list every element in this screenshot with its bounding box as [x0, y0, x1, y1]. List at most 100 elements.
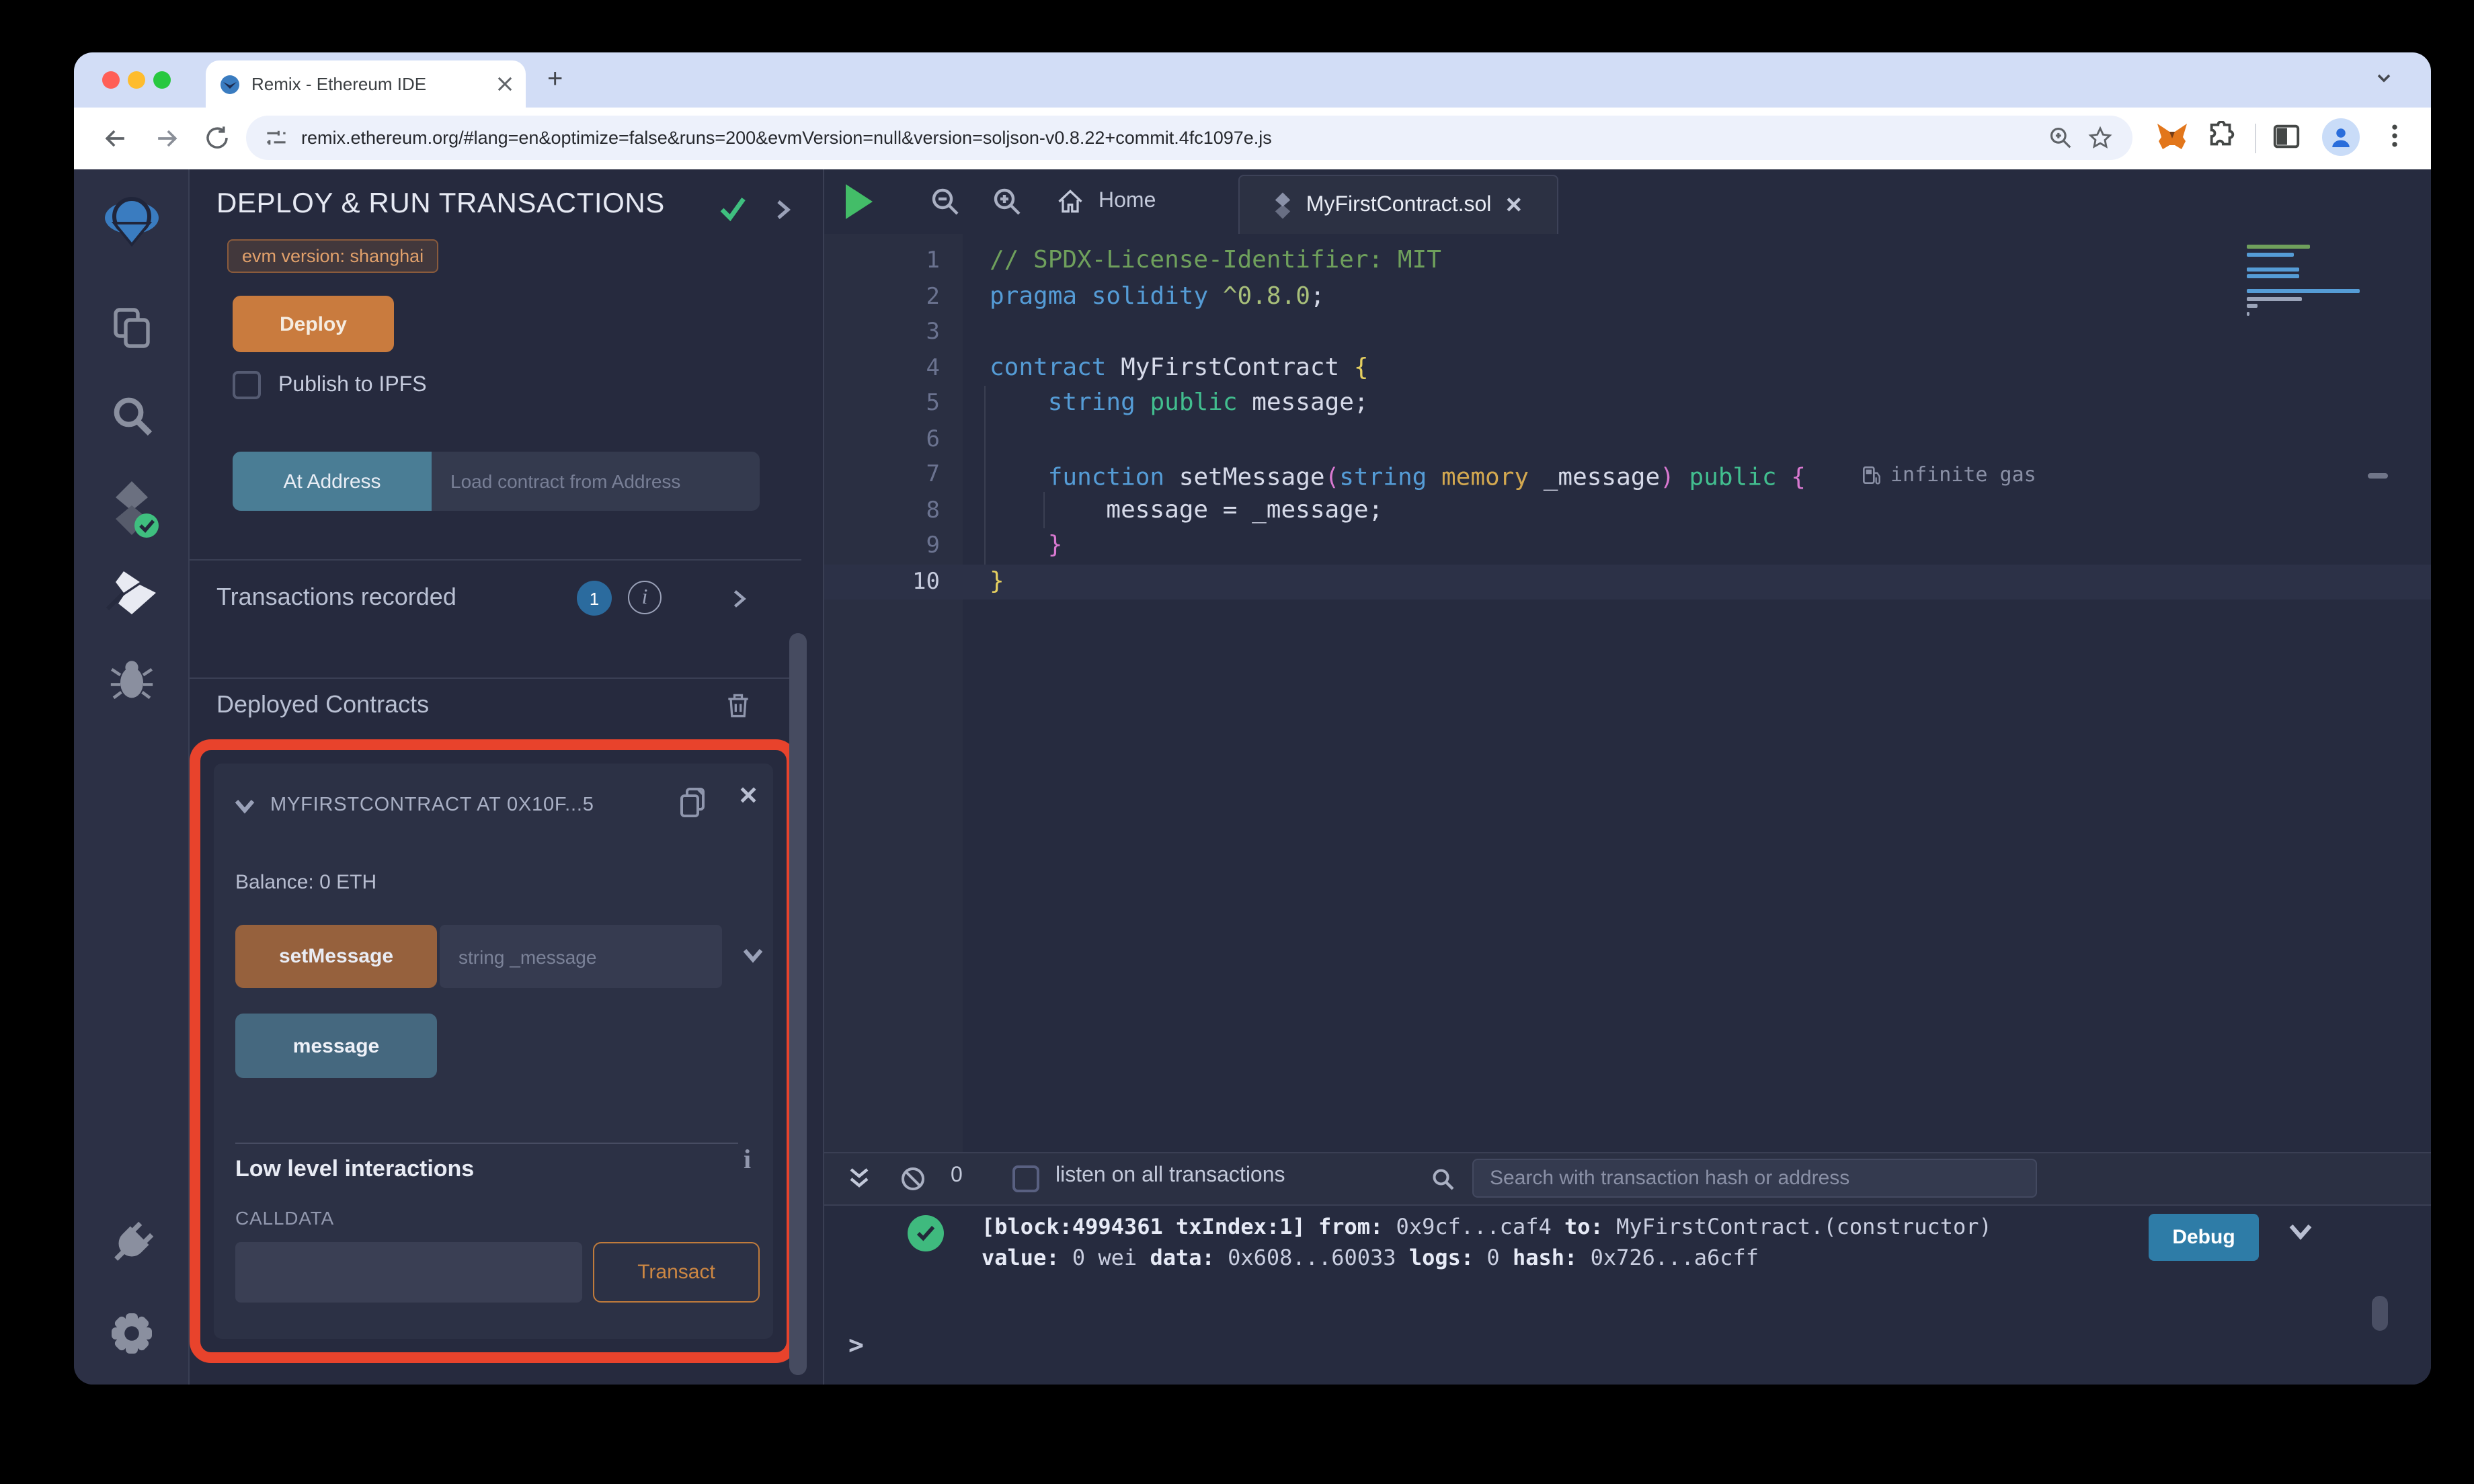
profile-avatar[interactable]	[2322, 118, 2360, 156]
transactions-recorded-row[interactable]: Transactions recorded 1 i	[216, 581, 796, 632]
minimap-line	[2247, 289, 2360, 293]
plugin-manager-icon[interactable]	[107, 1219, 155, 1268]
editor-minimap[interactable]	[2247, 245, 2360, 319]
tab-title: Remix - Ethereum IDE	[251, 74, 427, 94]
message-getter-button[interactable]: message	[235, 1014, 437, 1078]
publish-ipfs-checkbox[interactable]	[233, 371, 261, 399]
code-area[interactable]: 1// SPDX-License-Identifier: MIT 2 pragma …	[824, 243, 2431, 600]
search-icon[interactable]	[107, 391, 155, 440]
tx-success-check-icon	[908, 1215, 944, 1251]
browser-tab[interactable]: Remix - Ethereum IDE	[206, 60, 526, 108]
settings-gear-icon[interactable]	[107, 1309, 155, 1358]
terminal-prompt[interactable]: >	[848, 1331, 864, 1360]
indent-guide	[1043, 492, 1045, 528]
listen-all-label[interactable]: listen on all transactions	[1055, 1164, 1285, 1188]
tab-myfirstcontract[interactable]: MyFirstContract.sol ✕	[1238, 175, 1558, 234]
code-line: 4 contract MyFirstContract {	[824, 350, 2431, 386]
terminal-toggle-chevrons-icon[interactable]	[846, 1165, 873, 1192]
tutorial-highlight-box: MYFIRSTCONTRACT AT 0X10F...5 ✕ Balance: …	[190, 739, 797, 1363]
back-icon[interactable]	[101, 124, 130, 153]
new-tab-button[interactable]: +	[547, 65, 563, 95]
remove-contract-icon[interactable]: ✕	[738, 782, 758, 811]
site-info-icon[interactable]	[265, 126, 288, 149]
metamask-extension-icon[interactable]	[2155, 121, 2189, 153]
indent-guide	[984, 386, 986, 565]
contract-collapse-chevron-icon[interactable]	[233, 796, 257, 815]
pending-tx-count: 0	[951, 1164, 963, 1187]
browser-menu-icon[interactable]	[2381, 121, 2408, 151]
scrollbar-decoration[interactable]	[2368, 473, 2388, 479]
code-line: 3	[824, 315, 2431, 350]
minimap-line	[2247, 267, 2299, 271]
code-editor[interactable]: 1// SPDX-License-Identifier: MIT 2 pragma …	[824, 234, 2431, 1152]
divider	[190, 559, 801, 561]
toolbar-divider	[2255, 124, 2256, 153]
zoom-page-icon[interactable]	[2048, 125, 2073, 151]
deployed-contracts-header: Deployed Contracts	[216, 691, 796, 719]
window-minimize-button[interactable]	[128, 71, 145, 89]
contract-title[interactable]: MYFIRSTCONTRACT AT 0X10F...5	[270, 794, 663, 816]
code-line: 10}	[824, 564, 2431, 600]
deploy-run-icon[interactable]	[104, 569, 158, 617]
remix-logo-icon[interactable]	[102, 194, 161, 250]
code-line: 5 string public message;	[824, 386, 2431, 421]
url-text: remix.ethereum.org/#lang=en&optimize=fal…	[301, 128, 1272, 148]
terminal-search-input[interactable]	[1472, 1159, 2037, 1198]
at-address-button[interactable]: At Address	[233, 452, 432, 511]
deployed-contract-card: MYFIRSTCONTRACT AT 0X10F...5 ✕ Balance: …	[214, 764, 773, 1339]
zoom-in-icon[interactable]	[991, 186, 1023, 218]
file-explorer-icon[interactable]	[107, 304, 155, 352]
listen-all-checkbox[interactable]	[1012, 1165, 1039, 1192]
url-bar[interactable]: remix.ethereum.org/#lang=en&optimize=fal…	[246, 116, 2132, 160]
panel-scrollbar[interactable]	[789, 633, 807, 1375]
publish-ipfs-label: Publish to IPFS	[278, 373, 427, 396]
low-level-info-icon[interactable]: i	[744, 1145, 751, 1176]
set-message-button[interactable]: setMessage	[235, 925, 437, 988]
solidity-compiler-icon[interactable]	[104, 479, 158, 538]
tab-home[interactable]: Home	[1055, 169, 1156, 234]
line-number: 1	[926, 247, 941, 274]
transaction-log[interactable]: [block:4994361 txIndex:1] from: 0x9cf...…	[982, 1211, 2138, 1273]
copy-address-icon[interactable]	[676, 785, 709, 820]
tab-close-icon[interactable]	[497, 77, 512, 91]
reload-icon[interactable]	[203, 124, 231, 152]
debugger-bug-icon[interactable]	[107, 656, 155, 702]
calldata-input[interactable]	[235, 1242, 582, 1303]
terminal-toolbar: 0 listen on all transactions	[824, 1153, 2431, 1206]
minimap-line	[2247, 304, 2257, 308]
line-number: 2	[926, 283, 941, 310]
at-address-input[interactable]	[432, 452, 760, 511]
code-line: 8 message = _message;	[824, 493, 2431, 528]
publish-ipfs-row: Publish to IPFS	[233, 371, 427, 399]
window-maximize-button[interactable]	[153, 71, 171, 89]
sidebar-toggle-icon[interactable]	[2271, 121, 2302, 152]
set-message-expand-chevron-icon[interactable]	[741, 946, 765, 965]
clear-contracts-trash-icon[interactable]	[723, 691, 753, 720]
code-line: 9 }	[824, 528, 2431, 564]
desktop: Remix - Ethereum IDE + remix.ethereum.or…	[0, 0, 2474, 1484]
clear-console-ban-icon[interactable]	[900, 1165, 926, 1192]
line-number: 7	[926, 461, 941, 488]
bookmark-star-icon[interactable]	[2087, 124, 2114, 151]
tab-search-chevron-icon[interactable]	[2375, 69, 2393, 87]
run-script-play-icon[interactable]	[846, 184, 873, 219]
home-tab-label: Home	[1099, 190, 1156, 212]
remix-icon-panel	[74, 169, 190, 1385]
transaction-log-line: [block:4994361 txIndex:1] from: 0x9cf...…	[982, 1214, 1992, 1239]
transactions-expand-chevron-icon[interactable]	[730, 587, 748, 610]
transactions-recorded-label: Transactions recorded	[216, 583, 456, 610]
minimap-line	[2247, 296, 2301, 300]
transactions-info-icon[interactable]: i	[628, 581, 662, 614]
zoom-out-icon[interactable]	[929, 186, 961, 218]
close-tab-icon[interactable]: ✕	[1505, 192, 1523, 218]
terminal-scrollbar[interactable]	[2372, 1296, 2388, 1331]
forward-icon[interactable]	[152, 124, 182, 153]
set-message-input[interactable]	[440, 925, 722, 988]
transact-button[interactable]: Transact	[593, 1242, 760, 1303]
debug-button[interactable]: Debug	[2149, 1214, 2259, 1261]
extensions-puzzle-icon[interactable]	[2206, 121, 2237, 152]
log-expand-chevron-icon[interactable]	[2287, 1221, 2314, 1242]
window-close-button[interactable]	[102, 71, 120, 89]
panel-expand-chevron-icon[interactable]	[773, 198, 792, 222]
deploy-button[interactable]: Deploy	[233, 296, 394, 352]
